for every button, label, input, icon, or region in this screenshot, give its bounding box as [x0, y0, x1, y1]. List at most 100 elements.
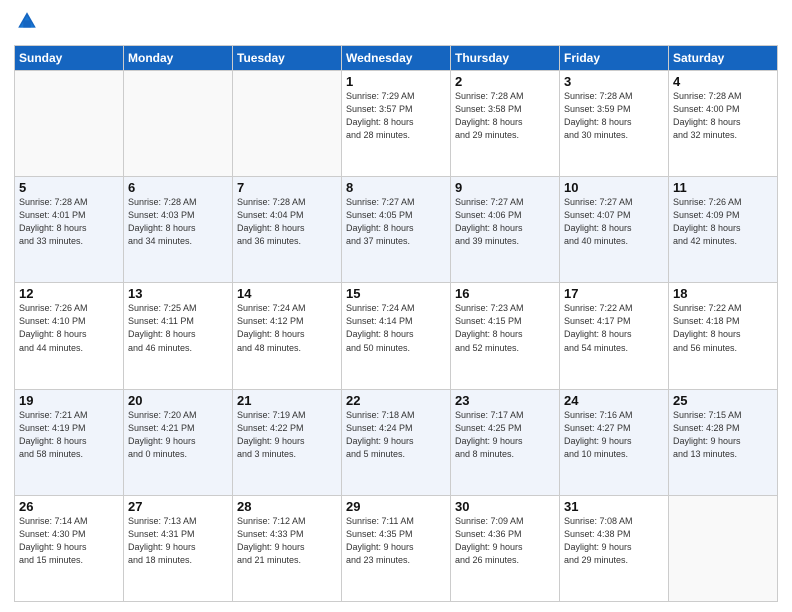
- day-info: Sunrise: 7:17 AM Sunset: 4:25 PM Dayligh…: [455, 409, 555, 461]
- day-cell: 16Sunrise: 7:23 AM Sunset: 4:15 PM Dayli…: [451, 283, 560, 389]
- weekday-header-thursday: Thursday: [451, 46, 560, 71]
- day-cell: [15, 71, 124, 177]
- day-cell: 10Sunrise: 7:27 AM Sunset: 4:07 PM Dayli…: [560, 177, 669, 283]
- day-number: 11: [673, 180, 773, 195]
- day-cell: [669, 495, 778, 601]
- day-number: 18: [673, 286, 773, 301]
- day-cell: 11Sunrise: 7:26 AM Sunset: 4:09 PM Dayli…: [669, 177, 778, 283]
- day-cell: 8Sunrise: 7:27 AM Sunset: 4:05 PM Daylig…: [342, 177, 451, 283]
- day-cell: 21Sunrise: 7:19 AM Sunset: 4:22 PM Dayli…: [233, 389, 342, 495]
- day-number: 16: [455, 286, 555, 301]
- day-number: 25: [673, 393, 773, 408]
- weekday-header-friday: Friday: [560, 46, 669, 71]
- day-cell: 20Sunrise: 7:20 AM Sunset: 4:21 PM Dayli…: [124, 389, 233, 495]
- day-number: 6: [128, 180, 228, 195]
- day-cell: 23Sunrise: 7:17 AM Sunset: 4:25 PM Dayli…: [451, 389, 560, 495]
- day-number: 9: [455, 180, 555, 195]
- day-number: 5: [19, 180, 119, 195]
- day-cell: 30Sunrise: 7:09 AM Sunset: 4:36 PM Dayli…: [451, 495, 560, 601]
- day-info: Sunrise: 7:27 AM Sunset: 4:06 PM Dayligh…: [455, 196, 555, 248]
- day-info: Sunrise: 7:28 AM Sunset: 4:00 PM Dayligh…: [673, 90, 773, 142]
- day-info: Sunrise: 7:08 AM Sunset: 4:38 PM Dayligh…: [564, 515, 664, 567]
- day-number: 28: [237, 499, 337, 514]
- weekday-header-sunday: Sunday: [15, 46, 124, 71]
- day-info: Sunrise: 7:22 AM Sunset: 4:17 PM Dayligh…: [564, 302, 664, 354]
- day-info: Sunrise: 7:23 AM Sunset: 4:15 PM Dayligh…: [455, 302, 555, 354]
- calendar-page: SundayMondayTuesdayWednesdayThursdayFrid…: [0, 0, 792, 612]
- day-info: Sunrise: 7:24 AM Sunset: 4:14 PM Dayligh…: [346, 302, 446, 354]
- day-number: 23: [455, 393, 555, 408]
- day-number: 12: [19, 286, 119, 301]
- day-number: 13: [128, 286, 228, 301]
- day-cell: 5Sunrise: 7:28 AM Sunset: 4:01 PM Daylig…: [15, 177, 124, 283]
- header: [14, 10, 778, 37]
- day-cell: 13Sunrise: 7:25 AM Sunset: 4:11 PM Dayli…: [124, 283, 233, 389]
- calendar-table: SundayMondayTuesdayWednesdayThursdayFrid…: [14, 45, 778, 602]
- weekday-header-tuesday: Tuesday: [233, 46, 342, 71]
- day-info: Sunrise: 7:13 AM Sunset: 4:31 PM Dayligh…: [128, 515, 228, 567]
- day-cell: 9Sunrise: 7:27 AM Sunset: 4:06 PM Daylig…: [451, 177, 560, 283]
- weekday-header-saturday: Saturday: [669, 46, 778, 71]
- day-info: Sunrise: 7:22 AM Sunset: 4:18 PM Dayligh…: [673, 302, 773, 354]
- day-cell: 24Sunrise: 7:16 AM Sunset: 4:27 PM Dayli…: [560, 389, 669, 495]
- day-cell: 1Sunrise: 7:29 AM Sunset: 3:57 PM Daylig…: [342, 71, 451, 177]
- day-info: Sunrise: 7:18 AM Sunset: 4:24 PM Dayligh…: [346, 409, 446, 461]
- day-info: Sunrise: 7:21 AM Sunset: 4:19 PM Dayligh…: [19, 409, 119, 461]
- day-info: Sunrise: 7:16 AM Sunset: 4:27 PM Dayligh…: [564, 409, 664, 461]
- day-number: 27: [128, 499, 228, 514]
- day-number: 21: [237, 393, 337, 408]
- day-number: 14: [237, 286, 337, 301]
- week-row-4: 19Sunrise: 7:21 AM Sunset: 4:19 PM Dayli…: [15, 389, 778, 495]
- day-number: 1: [346, 74, 446, 89]
- day-number: 22: [346, 393, 446, 408]
- day-info: Sunrise: 7:28 AM Sunset: 3:59 PM Dayligh…: [564, 90, 664, 142]
- day-cell: 15Sunrise: 7:24 AM Sunset: 4:14 PM Dayli…: [342, 283, 451, 389]
- day-number: 26: [19, 499, 119, 514]
- day-cell: 22Sunrise: 7:18 AM Sunset: 4:24 PM Dayli…: [342, 389, 451, 495]
- day-info: Sunrise: 7:14 AM Sunset: 4:30 PM Dayligh…: [19, 515, 119, 567]
- day-info: Sunrise: 7:28 AM Sunset: 3:58 PM Dayligh…: [455, 90, 555, 142]
- day-info: Sunrise: 7:19 AM Sunset: 4:22 PM Dayligh…: [237, 409, 337, 461]
- day-number: 20: [128, 393, 228, 408]
- week-row-5: 26Sunrise: 7:14 AM Sunset: 4:30 PM Dayli…: [15, 495, 778, 601]
- day-info: Sunrise: 7:27 AM Sunset: 4:05 PM Dayligh…: [346, 196, 446, 248]
- day-cell: 3Sunrise: 7:28 AM Sunset: 3:59 PM Daylig…: [560, 71, 669, 177]
- day-number: 8: [346, 180, 446, 195]
- week-row-3: 12Sunrise: 7:26 AM Sunset: 4:10 PM Dayli…: [15, 283, 778, 389]
- day-cell: 28Sunrise: 7:12 AM Sunset: 4:33 PM Dayli…: [233, 495, 342, 601]
- day-number: 7: [237, 180, 337, 195]
- week-row-2: 5Sunrise: 7:28 AM Sunset: 4:01 PM Daylig…: [15, 177, 778, 283]
- day-number: 3: [564, 74, 664, 89]
- day-number: 2: [455, 74, 555, 89]
- day-info: Sunrise: 7:29 AM Sunset: 3:57 PM Dayligh…: [346, 90, 446, 142]
- day-cell: 12Sunrise: 7:26 AM Sunset: 4:10 PM Dayli…: [15, 283, 124, 389]
- day-cell: [233, 71, 342, 177]
- day-number: 17: [564, 286, 664, 301]
- day-info: Sunrise: 7:26 AM Sunset: 4:10 PM Dayligh…: [19, 302, 119, 354]
- logo: [14, 10, 38, 37]
- day-cell: 29Sunrise: 7:11 AM Sunset: 4:35 PM Dayli…: [342, 495, 451, 601]
- day-cell: 7Sunrise: 7:28 AM Sunset: 4:04 PM Daylig…: [233, 177, 342, 283]
- day-cell: [124, 71, 233, 177]
- day-number: 29: [346, 499, 446, 514]
- day-number: 10: [564, 180, 664, 195]
- day-info: Sunrise: 7:28 AM Sunset: 4:01 PM Dayligh…: [19, 196, 119, 248]
- weekday-header-monday: Monday: [124, 46, 233, 71]
- day-info: Sunrise: 7:12 AM Sunset: 4:33 PM Dayligh…: [237, 515, 337, 567]
- day-cell: 19Sunrise: 7:21 AM Sunset: 4:19 PM Dayli…: [15, 389, 124, 495]
- week-row-1: 1Sunrise: 7:29 AM Sunset: 3:57 PM Daylig…: [15, 71, 778, 177]
- day-number: 4: [673, 74, 773, 89]
- day-info: Sunrise: 7:28 AM Sunset: 4:04 PM Dayligh…: [237, 196, 337, 248]
- day-info: Sunrise: 7:11 AM Sunset: 4:35 PM Dayligh…: [346, 515, 446, 567]
- logo-icon: [16, 10, 38, 32]
- day-number: 31: [564, 499, 664, 514]
- day-info: Sunrise: 7:20 AM Sunset: 4:21 PM Dayligh…: [128, 409, 228, 461]
- day-number: 15: [346, 286, 446, 301]
- day-info: Sunrise: 7:26 AM Sunset: 4:09 PM Dayligh…: [673, 196, 773, 248]
- day-info: Sunrise: 7:27 AM Sunset: 4:07 PM Dayligh…: [564, 196, 664, 248]
- day-number: 30: [455, 499, 555, 514]
- day-cell: 27Sunrise: 7:13 AM Sunset: 4:31 PM Dayli…: [124, 495, 233, 601]
- day-cell: 18Sunrise: 7:22 AM Sunset: 4:18 PM Dayli…: [669, 283, 778, 389]
- day-cell: 17Sunrise: 7:22 AM Sunset: 4:17 PM Dayli…: [560, 283, 669, 389]
- day-cell: 14Sunrise: 7:24 AM Sunset: 4:12 PM Dayli…: [233, 283, 342, 389]
